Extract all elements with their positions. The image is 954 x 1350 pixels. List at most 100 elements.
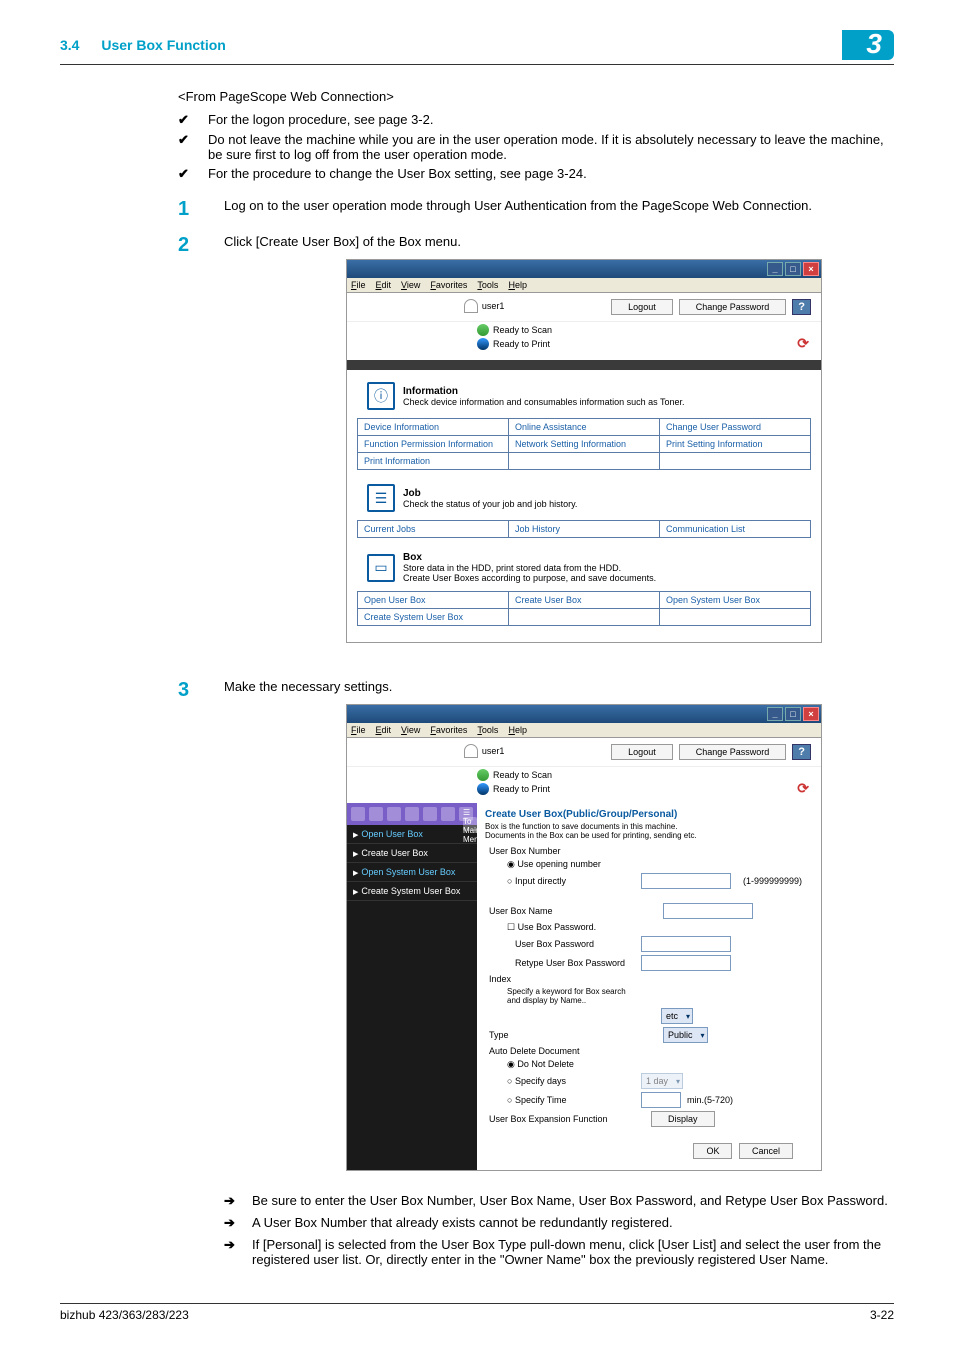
checkbox-use-box-password[interactable]: ☐ Use Box Password. [485, 922, 635, 933]
help-icon[interactable]: ? [792, 299, 811, 315]
link-device-info[interactable]: Device Information [358, 419, 509, 436]
print-status: Ready to Print [493, 339, 550, 349]
retype-password-input[interactable] [641, 955, 731, 971]
link-open-user-box[interactable]: Open User Box [358, 592, 509, 609]
box-title: Box [403, 552, 656, 563]
menu-tools[interactable]: Tools [477, 725, 498, 735]
link-change-user-password[interactable]: Change User Password [660, 419, 811, 436]
check-icon: ✔ [178, 166, 208, 182]
ok-button[interactable]: OK [693, 1143, 732, 1159]
user-box-password-input[interactable] [641, 936, 731, 952]
index-select[interactable]: etc [661, 1008, 693, 1024]
label-user-box-name: User Box Name [485, 906, 595, 916]
tab-icon[interactable] [369, 807, 383, 821]
job-table: Current JobsJob HistoryCommunication Lis… [357, 520, 811, 538]
job-sub: Check the status of your job and job his… [403, 499, 577, 509]
page-header: 3.4 User Box Function 3 [60, 30, 894, 65]
link-print-setting[interactable]: Print Setting Information [660, 436, 811, 453]
radio-specify-time[interactable]: ○ Specify Time [485, 1095, 635, 1105]
sidebar-open-user-box[interactable]: ▶Open User Box [347, 825, 477, 844]
menu-help[interactable]: Help [508, 725, 527, 735]
menu-file[interactable]: File [351, 280, 366, 290]
radio-do-not-delete[interactable]: ◉ Do Not Delete [485, 1059, 635, 1070]
minimize-icon[interactable]: _ [767, 707, 783, 721]
cancel-button[interactable]: Cancel [739, 1143, 793, 1159]
scan-status-icon [477, 769, 489, 781]
menu-view[interactable]: View [401, 725, 420, 735]
tab-icon[interactable] [351, 807, 365, 821]
refresh-icon[interactable]: ⟳ [797, 780, 809, 797]
tab-icon[interactable] [387, 807, 401, 821]
print-status-icon [477, 338, 489, 350]
chapter-badge: 3 [842, 30, 894, 60]
change-password-button[interactable]: Change Password [679, 744, 787, 760]
link-create-system-user-box[interactable]: Create System User Box [358, 609, 509, 626]
window-titlebar: _ □ × [347, 260, 821, 278]
close-icon[interactable]: × [803, 262, 819, 276]
maximize-icon[interactable]: □ [785, 262, 801, 276]
user-box-number-input[interactable] [641, 873, 731, 889]
footer-page: 3-22 [870, 1308, 894, 1322]
link-open-system-user-box[interactable]: Open System User Box [660, 592, 811, 609]
check-list: ✔For the logon procedure, see page 3-2. … [178, 112, 894, 182]
menu-edit[interactable]: Edit [376, 725, 392, 735]
scan-status: Ready to Scan [493, 770, 552, 780]
arrow-icon: ➔ [224, 1193, 252, 1209]
step-number: 1 [178, 198, 224, 220]
logout-button[interactable]: Logout [611, 744, 673, 760]
menu-edit[interactable]: Edit [376, 280, 392, 290]
sidebar-open-system-user-box[interactable]: ▶Open System User Box [347, 863, 477, 882]
menu-tools[interactable]: Tools [477, 280, 498, 290]
link-communication-list[interactable]: Communication List [660, 521, 811, 538]
sidebar-create-system-user-box[interactable]: ▶Create System User Box [347, 882, 477, 901]
scan-status: Ready to Scan [493, 325, 552, 335]
number-hint: (1-999999999) [743, 876, 802, 886]
maximize-icon[interactable]: □ [785, 707, 801, 721]
link-job-history[interactable]: Job History [509, 521, 660, 538]
minimize-icon[interactable]: _ [767, 262, 783, 276]
username: user1 [482, 746, 505, 756]
sidebar-create-user-box[interactable]: ▶Create User Box [347, 844, 477, 863]
time-input[interactable] [641, 1092, 681, 1108]
type-select[interactable]: Public [663, 1027, 708, 1043]
label-index: Index [485, 974, 595, 984]
step-text: Make the necessary settings. [224, 679, 894, 694]
radio-use-opening-number[interactable]: ◉ Use opening number [485, 859, 635, 870]
username: user1 [482, 301, 505, 311]
tab-toolbar: ☰ To Main Menu [347, 803, 477, 825]
section-number: 3.4 [60, 37, 79, 53]
display-button[interactable]: Display [651, 1111, 715, 1127]
link-network-setting[interactable]: Network Setting Information [509, 436, 660, 453]
radio-specify-days[interactable]: ○ Specify days [485, 1076, 635, 1086]
info-sub: Check device information and consumables… [403, 397, 685, 407]
link-print-info[interactable]: Print Information [358, 453, 509, 470]
change-password-button[interactable]: Change Password [679, 299, 787, 315]
days-select[interactable]: 1 day [641, 1073, 683, 1089]
label-user-box-password: User Box Password [485, 939, 635, 949]
menu-view[interactable]: View [401, 280, 420, 290]
job-icon: ☰ [367, 484, 395, 512]
label-expansion: User Box Expansion Function [485, 1114, 645, 1124]
check-icon: ✔ [178, 112, 208, 128]
help-icon[interactable]: ? [792, 744, 811, 760]
menu-favorites[interactable]: Favorites [430, 725, 467, 735]
arrow-icon: ➔ [224, 1215, 252, 1231]
logout-button[interactable]: Logout [611, 299, 673, 315]
close-icon[interactable]: × [803, 707, 819, 721]
link-current-jobs[interactable]: Current Jobs [358, 521, 509, 538]
radio-input-directly[interactable]: ○ Input directly [485, 876, 635, 886]
menu-help[interactable]: Help [508, 280, 527, 290]
menu-favorites[interactable]: Favorites [430, 280, 467, 290]
tab-icon[interactable] [405, 807, 419, 821]
link-function-permission[interactable]: Function Permission Information [358, 436, 509, 453]
link-online-assistance[interactable]: Online Assistance [509, 419, 660, 436]
to-main-menu-button[interactable]: ☰ To Main Menu [459, 807, 473, 821]
tab-icon[interactable] [441, 807, 455, 821]
user-box-name-input[interactable] [663, 903, 753, 919]
menu-file[interactable]: File [351, 725, 366, 735]
check-text: For the logon procedure, see page 3-2. [208, 112, 433, 128]
user-icon [464, 299, 478, 313]
refresh-icon[interactable]: ⟳ [797, 335, 809, 352]
tab-icon[interactable] [423, 807, 437, 821]
link-create-user-box[interactable]: Create User Box [509, 592, 660, 609]
